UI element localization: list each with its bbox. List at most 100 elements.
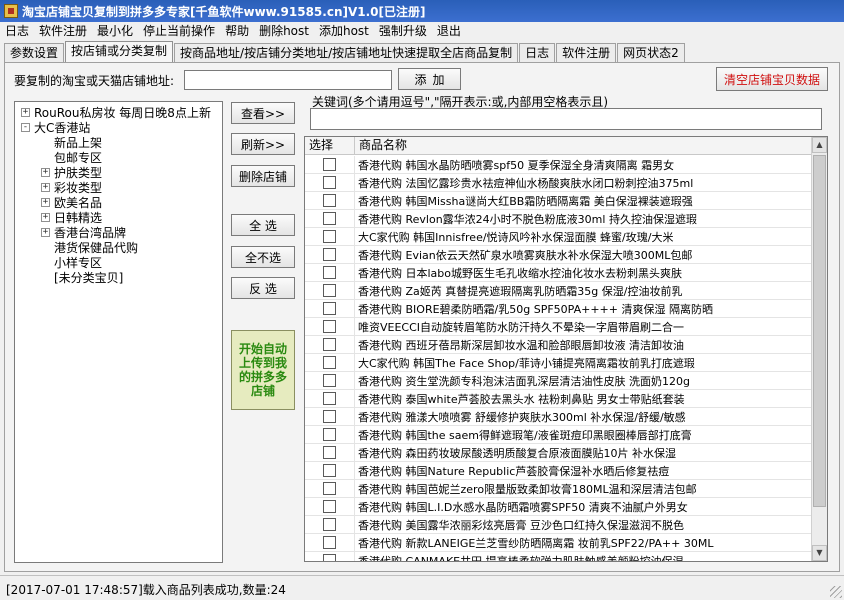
- add-button[interactable]: 添加: [398, 68, 461, 90]
- select-checkbox[interactable]: [323, 374, 336, 387]
- select-checkbox[interactable]: [323, 554, 336, 561]
- select-checkbox[interactable]: [323, 284, 336, 297]
- select-checkbox[interactable]: [323, 266, 336, 279]
- expand-icon[interactable]: +: [41, 228, 50, 237]
- select-checkbox[interactable]: [323, 518, 336, 531]
- product-row[interactable]: 唯资VEECCI自动旋转眉笔防水防汗持久不晕染一字眉带眉刷二合一: [305, 317, 813, 336]
- product-row[interactable]: 香港代购 泰国white芦荟胶去黑头水 祛粉刺鼻贴 男女士带贴纸套装: [305, 389, 813, 408]
- menu-log[interactable]: 日志: [0, 22, 34, 41]
- select-checkbox[interactable]: [323, 464, 336, 477]
- product-row[interactable]: 香港代购 韩国the saem得鲜遮瑕笔/液雀斑痘印黑眼圈棒唇部打底膏: [305, 425, 813, 444]
- product-row[interactable]: 大C家代购 韩国Innisfree/悦诗风吟补水保湿面膜 蜂蜜/玫瑰/大米: [305, 227, 813, 246]
- tree-node[interactable]: + 护肤类型: [15, 165, 222, 180]
- select-checkbox[interactable]: [323, 176, 336, 189]
- menu-add-host[interactable]: 添加host: [314, 22, 374, 41]
- tree-node[interactable]: + 彩妆类型: [15, 180, 222, 195]
- select-all-button[interactable]: 全 选: [231, 214, 295, 236]
- shop-url-input[interactable]: [184, 70, 392, 90]
- expand-icon[interactable]: +: [41, 198, 50, 207]
- select-checkbox[interactable]: [323, 194, 336, 207]
- menu-exit[interactable]: 退出: [432, 22, 466, 41]
- product-row[interactable]: 香港代购 Za姬芮 真替提亮遮瑕隔离乳防晒霜35g 保湿/控油妆前乳: [305, 281, 813, 300]
- tree-node[interactable]: 港货保健品代购: [15, 240, 222, 255]
- delete-shop-button[interactable]: 删除店铺: [231, 165, 295, 187]
- menu-force-upgrade[interactable]: 强制升级: [374, 22, 432, 41]
- select-checkbox[interactable]: [323, 320, 336, 333]
- select-checkbox[interactable]: [323, 482, 336, 495]
- select-checkbox[interactable]: [323, 410, 336, 423]
- product-row[interactable]: 香港代购 法国忆露珍贵水祛痘神仙水杨酸爽肤水闭口粉刺控油375ml: [305, 173, 813, 192]
- clear-shop-data-button[interactable]: 清空店铺宝贝数据: [716, 67, 828, 91]
- product-row[interactable]: 香港代购 韩国芭妮兰zero限量版致柔卸妆膏180ML温和深层清洁包邮: [305, 479, 813, 498]
- product-row[interactable]: 香港代购 CANMAKE井田 提亮棒柔软弹力肌肤触感美颜粉控油保湿: [305, 551, 813, 561]
- scroll-thumb[interactable]: [813, 155, 826, 507]
- product-row[interactable]: 香港代购 日本labo城野医生毛孔收缩水控油化妆水去粉刺黑头爽肤: [305, 263, 813, 282]
- select-checkbox[interactable]: [323, 500, 336, 513]
- resize-grip-icon[interactable]: [830, 586, 842, 598]
- tab-copy-by-url[interactable]: 按商品地址/按店铺分类地址/按店铺地址快速提取全店商品复制: [174, 43, 519, 62]
- select-none-button[interactable]: 全不选: [231, 246, 295, 268]
- scroll-up-icon[interactable]: ▲: [812, 137, 827, 153]
- tree-node[interactable]: 小样专区: [15, 255, 222, 270]
- header-select[interactable]: 选择: [305, 137, 355, 155]
- select-checkbox[interactable]: [323, 302, 336, 315]
- menu-register[interactable]: 软件注册: [34, 22, 92, 41]
- select-checkbox[interactable]: [323, 230, 336, 243]
- tree-node[interactable]: 新品上架: [15, 135, 222, 150]
- menu-minimize[interactable]: 最小化: [92, 22, 138, 41]
- select-checkbox[interactable]: [323, 446, 336, 459]
- tab-web-status[interactable]: 网页状态2: [617, 43, 685, 62]
- select-checkbox[interactable]: [323, 536, 336, 549]
- tab-register[interactable]: 软件注册: [556, 43, 617, 62]
- expand-icon[interactable]: +: [41, 213, 50, 222]
- expand-icon[interactable]: +: [41, 183, 50, 192]
- shop-category-tree[interactable]: + RouRou私房妆 每周日晚8点上新 - 大C香港站 新品上架 包邮专区 + 护肤类型 + 彩…: [14, 101, 223, 563]
- collapse-icon[interactable]: -: [21, 123, 30, 132]
- product-row[interactable]: 香港代购 韩国L.I.D水感水晶防晒霜喷雾SPF50 清爽不油腻户外男女: [305, 497, 813, 516]
- product-row[interactable]: 香港代购 Revlon露华浓24小时不脱色粉底液30ml 持久控油保湿遮瑕: [305, 209, 813, 228]
- product-row[interactable]: 香港代购 新款LANEIGE兰芝雪纱防晒隔离霜 妆前乳SPF22/PA++ 30…: [305, 533, 813, 552]
- tree-node[interactable]: [未分类宝贝]: [15, 270, 222, 285]
- product-row[interactable]: 香港代购 韩国水晶防晒喷雾spf50 夏季保湿全身清爽隔离 霜男女: [305, 156, 813, 174]
- tree-node[interactable]: + 欧美名品: [15, 195, 222, 210]
- invert-selection-button[interactable]: 反 选: [231, 277, 295, 299]
- grid-scrollbar[interactable]: ▲ ▼: [811, 137, 827, 561]
- product-row[interactable]: 大C家代购 韩国The Face Shop/菲诗小铺提亮隔离霜妆前乳打底遮瑕: [305, 353, 813, 372]
- tab-settings[interactable]: 参数设置: [4, 43, 65, 62]
- product-row[interactable]: 香港代购 Evian依云天然矿泉水喷雾爽肤水补水保湿大喷300ML包邮: [305, 245, 813, 264]
- product-row[interactable]: 香港代购 西班牙蓓昂斯深层卸妆水温和脸部眼唇卸妆液 清洁卸妆油: [305, 335, 813, 354]
- tree-node[interactable]: + 香港台湾品牌: [15, 225, 222, 240]
- select-checkbox[interactable]: [323, 248, 336, 261]
- keyword-input[interactable]: [310, 108, 822, 130]
- product-row[interactable]: 香港代购 韩国Missha谜尚大红BB霜防晒隔离霜 美白保湿裸装遮瑕强: [305, 191, 813, 210]
- scroll-down-icon[interactable]: ▼: [812, 545, 827, 561]
- tree-node[interactable]: + RouRou私房妆 每周日晚8点上新: [15, 105, 222, 120]
- start-upload-button[interactable]: 开始自动上传到我的拼多多店铺: [231, 330, 295, 410]
- select-checkbox[interactable]: [323, 212, 336, 225]
- tree-node[interactable]: 包邮专区: [15, 150, 222, 165]
- product-row[interactable]: 香港代购 雅漾大喷喷雾 舒缓修护爽肤水300ml 补水保湿/舒缓/敏感: [305, 407, 813, 426]
- tree-node[interactable]: - 大C香港站: [15, 120, 222, 135]
- product-row[interactable]: 香港代购 BIORE碧柔防晒霜/乳50g SPF50PA++++ 清爽保湿 隔离…: [305, 299, 813, 318]
- menu-help[interactable]: 帮助: [220, 22, 254, 41]
- view-button[interactable]: 查看>>: [231, 102, 295, 124]
- tab-log[interactable]: 日志: [519, 43, 556, 62]
- tab-copy-by-shop[interactable]: 按店铺或分类复制: [65, 41, 174, 62]
- header-name[interactable]: 商品名称: [355, 137, 813, 155]
- product-row[interactable]: 香港代购 韩国Nature Republic芦荟胶膏保湿补水晒后修复祛痘: [305, 461, 813, 480]
- product-row[interactable]: 香港代购 森田药妆玻尿酸透明质酸复合原液面膜贴10片 补水保湿: [305, 443, 813, 462]
- menu-stop[interactable]: 停止当前操作: [138, 22, 220, 41]
- select-checkbox[interactable]: [323, 356, 336, 369]
- tree-node[interactable]: + 日韩精选: [15, 210, 222, 225]
- select-checkbox[interactable]: [323, 338, 336, 351]
- product-row[interactable]: 香港代购 资生堂洗颜专科泡沫洁面乳深层清洁油性皮肤 洗面奶120g: [305, 371, 813, 390]
- select-checkbox[interactable]: [323, 428, 336, 441]
- expand-icon[interactable]: +: [41, 168, 50, 177]
- select-checkbox[interactable]: [323, 158, 336, 171]
- refresh-button[interactable]: 刷新>>: [231, 133, 295, 155]
- product-row[interactable]: 香港代购 美国露华浓丽彩炫亮唇膏 豆沙色口红持久保湿滋润不脱色: [305, 515, 813, 534]
- expand-icon[interactable]: +: [21, 108, 30, 117]
- menu-delete-host[interactable]: 删除host: [254, 22, 314, 41]
- product-name: 香港代购 Za姬芮 真替提亮遮瑕隔离乳防晒霜35g 保湿/控油妆前乳: [358, 284, 683, 298]
- select-checkbox[interactable]: [323, 392, 336, 405]
